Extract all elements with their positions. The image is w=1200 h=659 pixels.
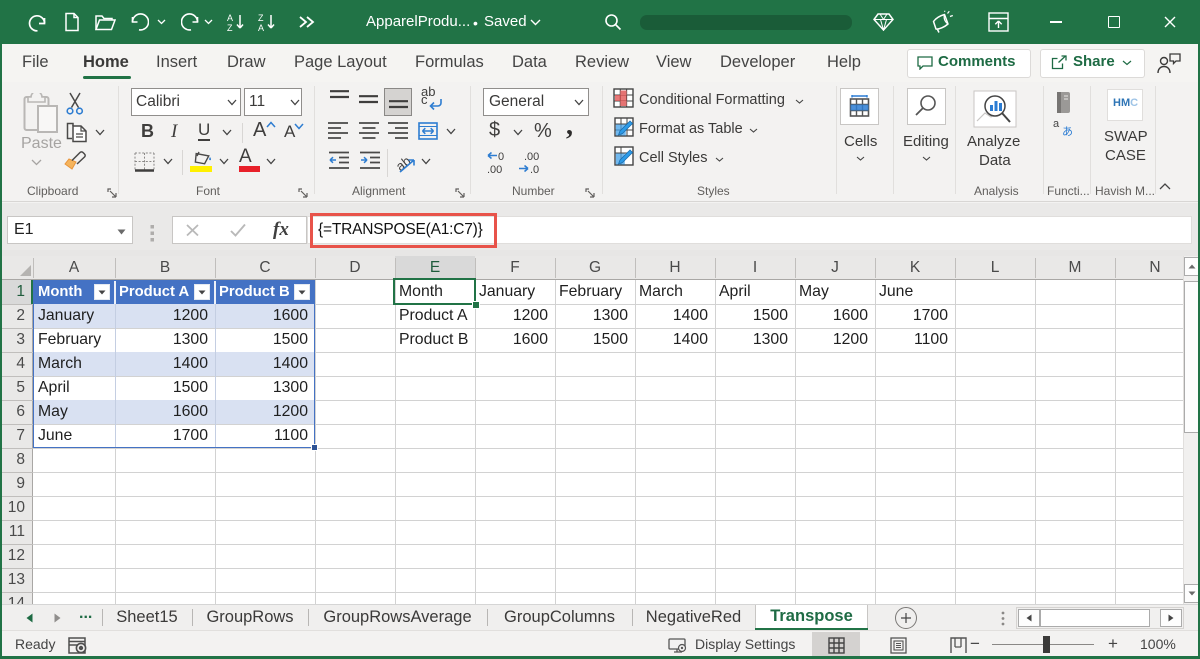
svg-text:Z: Z xyxy=(227,23,233,32)
svg-text:あ: あ xyxy=(1062,125,1073,138)
svg-text:.00: .00 xyxy=(524,151,539,163)
svg-text:A: A xyxy=(227,13,233,23)
svg-text:0: 0 xyxy=(498,151,504,163)
svg-text:A: A xyxy=(258,23,264,32)
svg-text:.0: .0 xyxy=(530,164,539,175)
svg-text:.00: .00 xyxy=(487,164,502,175)
svg-text:Z: Z xyxy=(258,13,264,23)
svg-text:a: a xyxy=(1053,118,1060,130)
